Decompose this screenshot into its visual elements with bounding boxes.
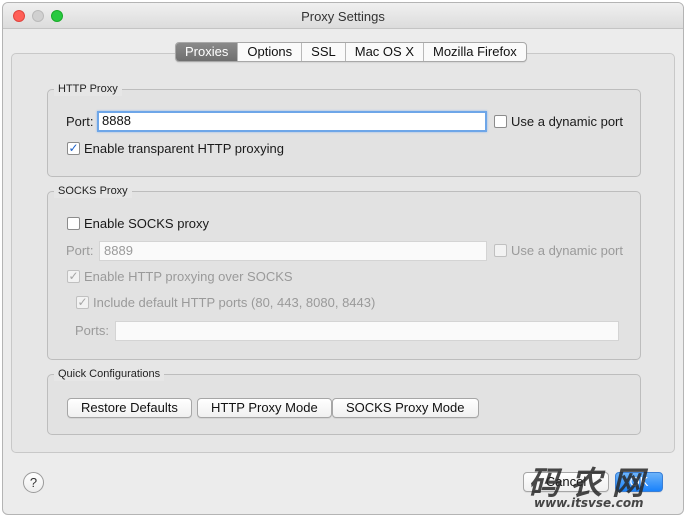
ok-button[interactable]: OK	[615, 472, 663, 492]
http-dynamic-port-label: Use a dynamic port	[511, 114, 623, 129]
proxy-settings-window: Proxy Settings Proxies Options SSL Mac O…	[2, 2, 684, 515]
tab-ssl[interactable]: SSL	[302, 43, 346, 61]
window-title: Proxy Settings	[301, 9, 385, 24]
socks-proxy-mode-button[interactable]: SOCKS Proxy Mode	[332, 398, 479, 418]
http-port-input[interactable]: 8888	[97, 111, 487, 132]
ports-input[interactable]	[115, 321, 619, 341]
tab-proxies[interactable]: Proxies	[176, 43, 239, 61]
transparent-proxying-checkbox[interactable]: ✓	[67, 142, 80, 155]
http-over-socks-checkbox[interactable]: ✓	[67, 270, 80, 283]
http-proxy-group-title: HTTP Proxy	[54, 82, 122, 96]
socks-proxy-group-title: SOCKS Proxy	[54, 184, 132, 198]
tab-options[interactable]: Options	[238, 43, 303, 61]
default-ports-label: Include default HTTP ports (80, 443, 808…	[93, 295, 376, 310]
http-proxy-mode-button[interactable]: HTTP Proxy Mode	[197, 398, 332, 418]
enable-socks-label: Enable SOCKS proxy	[84, 216, 210, 231]
enable-socks-checkbox[interactable]	[67, 217, 80, 230]
restore-defaults-button[interactable]: Restore Defaults	[67, 398, 192, 418]
default-ports-checkbox[interactable]: ✓	[76, 296, 89, 309]
cancel-button[interactable]: Cancel	[523, 472, 609, 492]
title-bar[interactable]: Proxy Settings	[3, 3, 683, 29]
tab-mac-os-x[interactable]: Mac OS X	[346, 43, 424, 61]
quick-config-group-title: Quick Configurations	[54, 367, 165, 381]
http-dynamic-port-checkbox[interactable]	[494, 115, 507, 128]
http-over-socks-label: Enable HTTP proxying over SOCKS	[84, 269, 293, 284]
ports-label: Ports:	[75, 323, 109, 338]
http-proxy-group: HTTP Proxy	[47, 82, 641, 177]
socks-dynamic-port-checkbox[interactable]	[494, 244, 507, 257]
tab-bar: Proxies Options SSL Mac OS X Mozilla Fir…	[175, 42, 527, 62]
socks-port-label: Port:	[66, 243, 94, 258]
help-button[interactable]: ?	[23, 472, 44, 493]
socks-port-input[interactable]: 8889	[99, 241, 487, 261]
transparent-proxying-label: Enable transparent HTTP proxying	[84, 141, 284, 156]
http-port-label: Port:	[66, 114, 94, 129]
tab-mozilla-firefox[interactable]: Mozilla Firefox	[424, 43, 526, 61]
socks-dynamic-port-label: Use a dynamic port	[511, 243, 623, 258]
